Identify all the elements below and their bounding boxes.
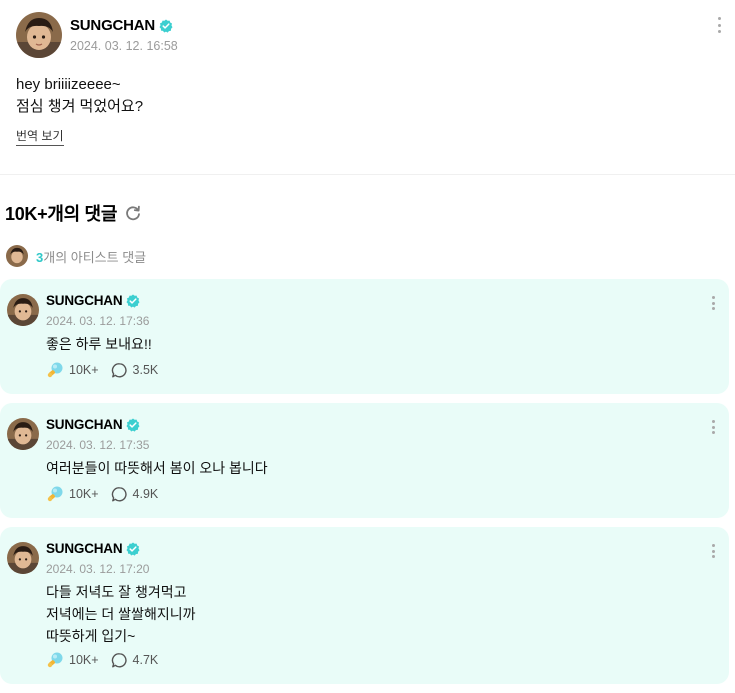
- comment-timestamp: 2024. 03. 12. 17:35: [46, 438, 150, 452]
- more-options-button[interactable]: [707, 541, 719, 561]
- comment-author[interactable]: SUNGCHAN: [46, 417, 140, 432]
- more-options-button[interactable]: [713, 14, 725, 36]
- comment-line: 저녁에는 더 쌀쌀해지니까: [46, 606, 196, 622]
- reply-button[interactable]: 4.9K: [111, 486, 159, 503]
- comment-line: 따뜻하게 입기~: [46, 628, 136, 644]
- post-body: hey briiiizeeee~ 점심 챙겨 먹었어요?: [16, 74, 143, 118]
- like-count: 10K+: [69, 363, 99, 377]
- comment-body: 여러분들이 따뜻해서 봄이 오나 봅니다: [46, 457, 268, 479]
- more-vertical-icon: [717, 17, 721, 20]
- like-button[interactable]: 10K+: [46, 361, 99, 379]
- artist-comments-text: 개의 아티스트 댓글: [43, 249, 147, 265]
- like-count: 10K+: [69, 487, 99, 501]
- post-line: 점심 챙겨 먹었어요?: [16, 98, 144, 115]
- author-name[interactable]: SUNGCHAN: [70, 17, 155, 34]
- refresh-icon[interactable]: [124, 204, 142, 222]
- verified-badge-icon: [126, 542, 140, 556]
- avatar[interactable]: [7, 542, 39, 574]
- more-vertical-icon: [711, 296, 715, 299]
- lightstick-cheer-icon: [47, 486, 63, 502]
- more-vertical-icon: [711, 544, 715, 547]
- speech-bubble-icon: [111, 362, 127, 377]
- lightstick-cheer-icon: [47, 362, 63, 378]
- avatar[interactable]: [7, 294, 39, 326]
- post-timestamp: 2024. 03. 12. 16:58: [70, 39, 178, 53]
- comment-body: 좋은 하루 보내요!!: [46, 333, 152, 355]
- more-options-button[interactable]: [707, 417, 719, 437]
- translate-button[interactable]: 번역 보기: [16, 127, 64, 146]
- artist-comments-label: 3개의 아티스트 댓글: [36, 247, 146, 266]
- speech-bubble-icon: [111, 486, 127, 501]
- like-button[interactable]: 10K+: [46, 485, 99, 503]
- reply-count: 4.9K: [132, 487, 159, 501]
- comment-card: SUNGCHAN 2024. 03. 12. 17:36 좋은 하루 보내요!!…: [0, 279, 729, 394]
- speech-bubble-icon: [111, 652, 127, 667]
- comment-actions: 10K+ 4.7K: [46, 651, 158, 669]
- comment-actions: 10K+ 4.9K: [46, 485, 158, 503]
- comment-author[interactable]: SUNGCHAN: [46, 293, 140, 308]
- verified-badge-icon: [159, 19, 173, 33]
- comment-card: SUNGCHAN 2024. 03. 12. 17:35 여러분들이 따뜻해서 …: [0, 403, 729, 518]
- comment-author[interactable]: SUNGCHAN: [46, 541, 140, 556]
- page: SUNGCHAN 2024. 03. 12. 16:58 hey briiiiz…: [0, 0, 735, 693]
- verified-badge-icon: [126, 294, 140, 308]
- author-name[interactable]: SUNGCHAN: [46, 417, 123, 432]
- avatar[interactable]: [16, 12, 62, 58]
- like-count: 10K+: [69, 653, 99, 667]
- comment-card: SUNGCHAN 2024. 03. 12. 17:20 다들 저녁도 잘 챙겨…: [0, 527, 729, 684]
- author-name[interactable]: SUNGCHAN: [46, 293, 123, 308]
- comments-count-title: 10K+개의 댓글: [5, 204, 118, 224]
- reply-count: 3.5K: [132, 363, 159, 377]
- comment-timestamp: 2024. 03. 12. 17:36: [46, 314, 150, 328]
- comments-header: 10K+개의 댓글: [5, 200, 142, 226]
- comment-actions: 10K+ 3.5K: [46, 361, 158, 379]
- reply-button[interactable]: 3.5K: [111, 362, 159, 379]
- comment-timestamp: 2024. 03. 12. 17:20: [46, 562, 150, 576]
- comment-line: 다들 저녁도 잘 챙겨먹고: [46, 584, 187, 600]
- post-line: hey briiiizeeee~: [16, 76, 121, 93]
- post: SUNGCHAN 2024. 03. 12. 16:58 hey briiiiz…: [0, 0, 735, 175]
- post-author[interactable]: SUNGCHAN: [70, 17, 173, 34]
- reply-button[interactable]: 4.7K: [111, 652, 159, 669]
- like-button[interactable]: 10K+: [46, 651, 99, 669]
- artist-comments-filter[interactable]: 3개의 아티스트 댓글: [6, 245, 146, 267]
- verified-badge-icon: [126, 418, 140, 432]
- comment-line: 여러분들이 따뜻해서 봄이 오나 봅니다: [46, 460, 268, 476]
- comment-line: 좋은 하루 보내요!!: [46, 336, 152, 352]
- avatar[interactable]: [7, 418, 39, 450]
- avatar: [6, 245, 28, 267]
- more-options-button[interactable]: [707, 293, 719, 313]
- lightstick-cheer-icon: [47, 652, 63, 668]
- reply-count: 4.7K: [132, 653, 159, 667]
- more-vertical-icon: [711, 420, 715, 423]
- comment-body: 다들 저녁도 잘 챙겨먹고 저녁에는 더 쌀쌀해지니까 따뜻하게 입기~: [46, 581, 195, 647]
- author-name[interactable]: SUNGCHAN: [46, 541, 123, 556]
